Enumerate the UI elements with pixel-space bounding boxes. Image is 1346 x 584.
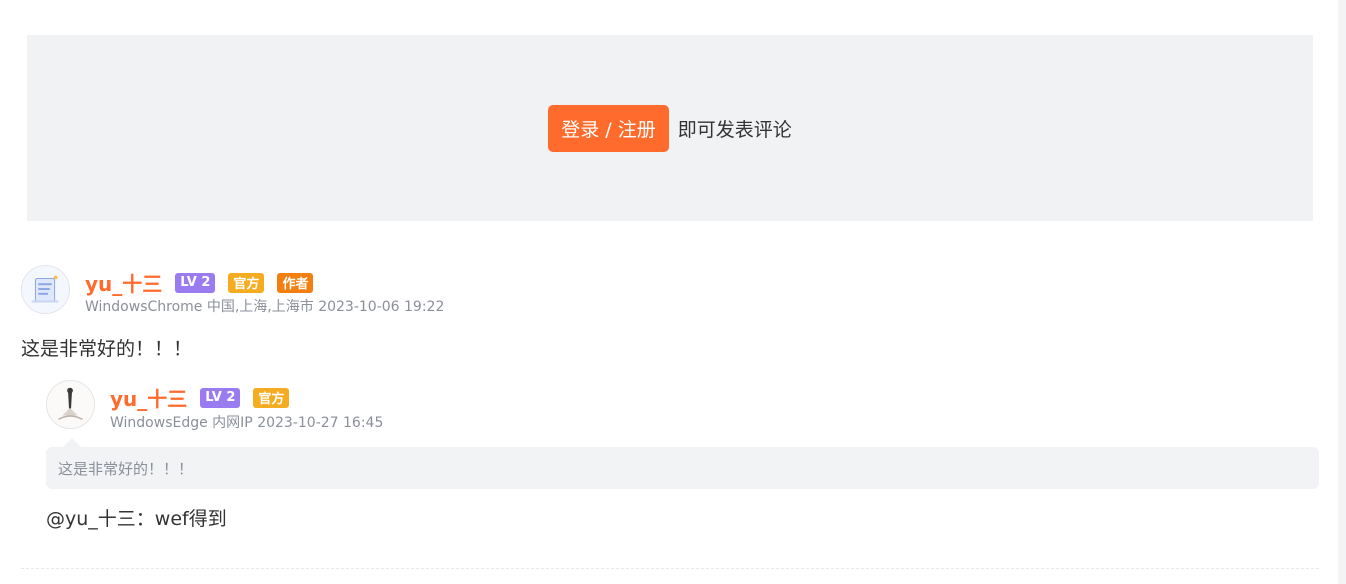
username[interactable]: yu_十三 [85, 268, 162, 297]
reply-meta: yu_十三 LV 2 官方 [110, 383, 290, 412]
reply-info: WindowsEdge 内网IP 2023-10-27 16:45 [110, 415, 384, 431]
page: 登录 / 注册 即可发表评论 yu_十三 LV 2 官方 作者 WindowsC… [0, 0, 1338, 584]
quoted-comment: 这是非常好的！！！ [46, 447, 1319, 489]
reply-avatar[interactable] [46, 380, 95, 429]
login-register-button[interactable]: 登录 / 注册 [548, 104, 669, 152]
level-badge: LV 2 [175, 272, 216, 293]
quoted-text: 这是非常好的！！！ [58, 459, 194, 478]
sketch-figure-icon [47, 381, 94, 428]
reply-text: @yu_十三：wef得到 [46, 508, 227, 530]
login-prompt-box: 登录 / 注册 即可发表评论 [27, 35, 1313, 221]
reply-username[interactable]: yu_十三 [110, 383, 187, 412]
reply-official-badge: 官方 [253, 387, 290, 408]
document-illustration-icon [22, 266, 69, 313]
comment-text: 这是非常好的！！！ [21, 338, 193, 360]
login-register-label: 登录 / 注册 [561, 118, 656, 141]
comment-info: WindowsChrome 中国,上海,上海市 2023-10-06 19:22 [85, 299, 445, 315]
author-badge: 作者 [277, 272, 314, 293]
comment-meta: yu_十三 LV 2 官方 作者 [85, 268, 314, 297]
official-badge: 官方 [228, 272, 265, 293]
quote-pointer [63, 438, 81, 447]
login-tip-text: 即可发表评论 [677, 118, 792, 141]
scrollbar[interactable] [1338, 0, 1346, 584]
comment-divider [21, 568, 1319, 569]
avatar[interactable] [21, 265, 70, 314]
reply-level-badge: LV 2 [200, 387, 241, 408]
